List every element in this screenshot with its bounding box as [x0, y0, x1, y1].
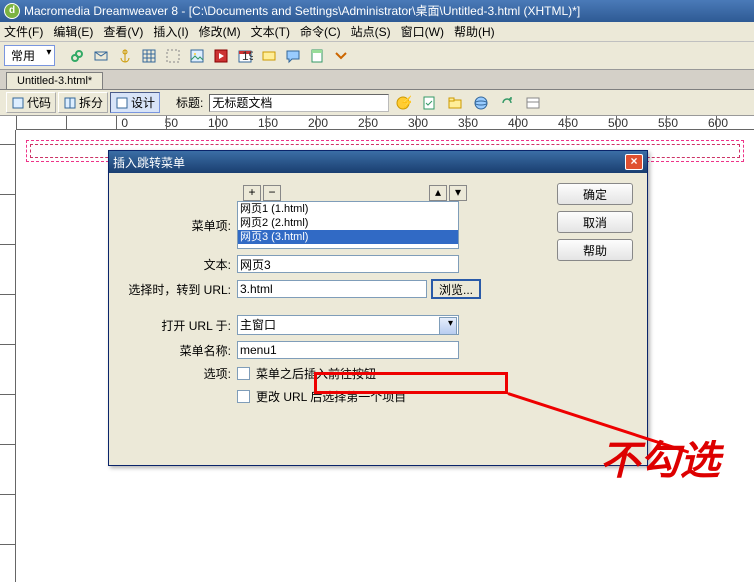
- validate-icon[interactable]: [418, 93, 440, 113]
- media-icon[interactable]: [211, 46, 231, 66]
- menu-modify[interactable]: 修改(M): [199, 23, 241, 40]
- no-browser-check-icon[interactable]: ⚡: [392, 93, 414, 113]
- close-icon[interactable]: ×: [625, 154, 643, 170]
- menu-command[interactable]: 命令(C): [300, 23, 341, 40]
- view-options-icon[interactable]: [522, 93, 544, 113]
- move-down-button[interactable]: ▾: [449, 185, 467, 201]
- div-icon[interactable]: [163, 46, 183, 66]
- date-icon[interactable]: 19: [235, 46, 255, 66]
- menu-name-label: 菜单名称:: [121, 342, 237, 359]
- menu-view[interactable]: 查看(V): [103, 23, 143, 40]
- ruler-horizontal: 0501001502002503003504004505005506006507…: [16, 116, 754, 130]
- tab-untitled3[interactable]: Untitled-3.html*: [6, 72, 103, 89]
- table-icon[interactable]: [139, 46, 159, 66]
- menu-items-listbox[interactable]: 网页1 (1.html) 网页2 (2.html) 网页3 (3.html): [237, 201, 459, 249]
- svg-text:⚡: ⚡: [400, 95, 411, 109]
- title-input[interactable]: [209, 94, 389, 112]
- view-split-button[interactable]: 拆分: [58, 92, 108, 113]
- remove-item-button[interactable]: −: [263, 185, 281, 201]
- url-label: 选择时，转到 URL:: [121, 281, 237, 298]
- app-titlebar: d Macromedia Dreamweaver 8 - [C:\Documen…: [0, 0, 754, 22]
- templates-icon[interactable]: [307, 46, 327, 66]
- menu-help[interactable]: 帮助(H): [454, 23, 495, 40]
- menu-insert[interactable]: 插入(I): [153, 23, 188, 40]
- help-button[interactable]: 帮助: [557, 239, 633, 261]
- list-item[interactable]: 网页2 (2.html): [238, 216, 458, 230]
- menu-name-input[interactable]: [237, 341, 459, 359]
- add-item-button[interactable]: +: [243, 185, 261, 201]
- menu-site[interactable]: 站点(S): [351, 23, 391, 40]
- title-label: 标题:: [176, 94, 203, 111]
- annotation-highlight-box: [314, 372, 508, 394]
- menu-edit[interactable]: 编辑(E): [53, 23, 93, 40]
- svg-text:19: 19: [242, 49, 253, 63]
- image-icon[interactable]: [187, 46, 207, 66]
- menu-text[interactable]: 文本(T): [251, 23, 290, 40]
- anchor-icon[interactable]: [115, 46, 135, 66]
- menu-bar: 文件(F) 编辑(E) 查看(V) 插入(I) 修改(M) 文本(T) 命令(C…: [0, 22, 754, 42]
- cancel-button[interactable]: 取消: [557, 211, 633, 233]
- app-logo-icon: d: [4, 3, 20, 19]
- view-code-button[interactable]: 代码: [6, 92, 56, 113]
- preview-icon[interactable]: [470, 93, 492, 113]
- app-title: Macromedia Dreamweaver 8 - [C:\Documents…: [24, 0, 580, 22]
- menu-window[interactable]: 窗口(W): [401, 23, 444, 40]
- document-tabs: Untitled-3.html*: [0, 70, 754, 90]
- insert-category-select[interactable]: 常用: [4, 45, 55, 66]
- open-in-select[interactable]: 主窗口: [237, 315, 459, 335]
- move-up-button[interactable]: ▴: [429, 185, 447, 201]
- insert-jump-menu-dialog: 插入跳转菜单 × 确定 取消 帮助 + − ▴ ▾ 菜单项: 网页1 (1.ht…: [108, 150, 648, 466]
- refresh-icon[interactable]: [496, 93, 518, 113]
- dialog-title: 插入跳转菜单: [113, 154, 185, 171]
- ruler-vertical: 050100150200250300350400: [0, 130, 16, 582]
- document-toolbar: 代码 拆分 设计 标题: ⚡: [0, 90, 754, 116]
- email-link-icon[interactable]: [91, 46, 111, 66]
- options-label: 选项:: [121, 365, 237, 382]
- insert-toolbar: 常用 19: [0, 42, 754, 70]
- text-label: 文本:: [121, 256, 237, 273]
- url-input[interactable]: [237, 280, 427, 298]
- dialog-titlebar: 插入跳转菜单 ×: [109, 151, 647, 173]
- annotation-text: 不勾选: [600, 428, 720, 486]
- hyperlink-icon[interactable]: [67, 46, 87, 66]
- list-item[interactable]: 网页1 (1.html): [238, 202, 458, 216]
- tag-chooser-icon[interactable]: [331, 46, 351, 66]
- select-first-checkbox[interactable]: [237, 390, 250, 403]
- server-include-icon[interactable]: [259, 46, 279, 66]
- insert-go-button-checkbox[interactable]: [237, 367, 250, 380]
- menu-file[interactable]: 文件(F): [4, 23, 43, 40]
- menu-items-label: 菜单项:: [121, 217, 237, 234]
- browse-button[interactable]: 浏览...: [431, 279, 481, 299]
- view-design-button[interactable]: 设计: [110, 92, 160, 113]
- ok-button[interactable]: 确定: [557, 183, 633, 205]
- list-item[interactable]: 网页3 (3.html): [238, 230, 458, 244]
- text-input[interactable]: [237, 255, 459, 273]
- open-in-label: 打开 URL 于:: [121, 317, 237, 334]
- file-mgmt-icon[interactable]: [444, 93, 466, 113]
- comment-icon[interactable]: [283, 46, 303, 66]
